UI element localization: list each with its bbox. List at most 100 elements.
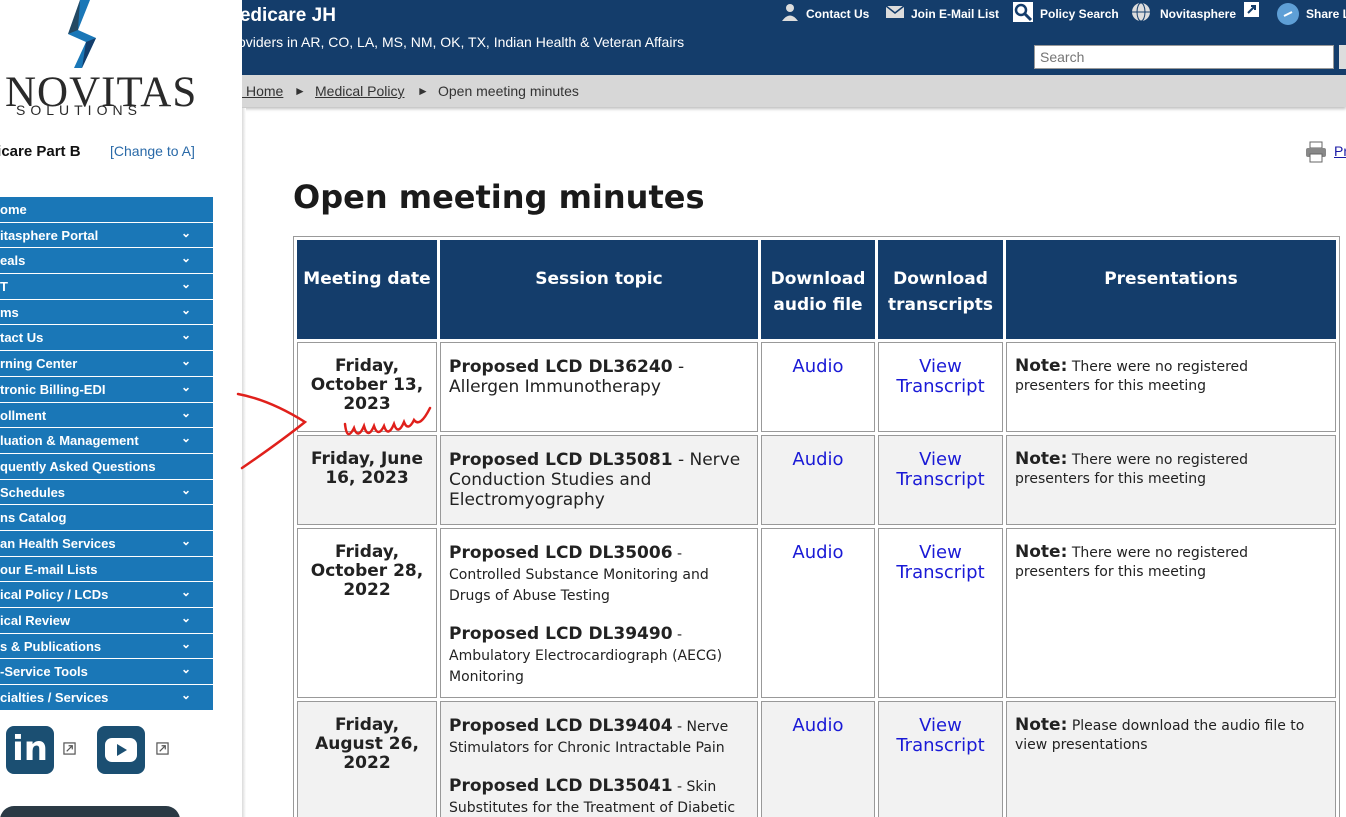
chevron-down-icon[interactable]: ⌄ [181, 608, 191, 631]
sidebar-item-label: tact Us [0, 330, 44, 346]
sidebar-item-label: T [0, 279, 8, 295]
policy-search-link[interactable]: Policy Search [1040, 7, 1119, 21]
sidebar-item-label: -Service Tools [0, 664, 88, 680]
audio-link[interactable]: Audio [761, 435, 875, 525]
col-presentations: Presentations [1006, 240, 1336, 339]
search-button[interactable] [1339, 45, 1346, 69]
social-links: in [6, 726, 206, 786]
contact-person-icon [782, 4, 798, 21]
sidebar-item[interactable]: ical Review ⌄ [0, 608, 213, 634]
breadcrumb-medical-policy-link[interactable]: Medical Policy [315, 83, 404, 99]
sidebar-item-label: an Health Services [0, 535, 116, 551]
sidebar-item[interactable]: T ⌄ [0, 274, 213, 300]
chevron-down-icon[interactable]: ⌄ [181, 300, 191, 323]
audio-link[interactable]: Audio [761, 342, 875, 432]
chevron-down-icon[interactable]: ⌄ [181, 403, 191, 426]
sidebar-item[interactable]: quently Asked Questions [0, 453, 213, 480]
share-icon [1277, 3, 1299, 25]
session-topic: Proposed LCD DL36240 - Allergen Immunoth… [440, 342, 758, 432]
sidebar-item[interactable]: ollment ⌄ [0, 402, 213, 429]
sidebar-item-label: tronic Billing-EDI [0, 381, 106, 397]
sidebar-item[interactable]: ome [0, 197, 213, 223]
youtube-icon[interactable] [97, 726, 145, 774]
sidebar-item-label: rning Center [0, 356, 78, 372]
sidebar-item[interactable]: ns Catalog [0, 505, 213, 531]
chevron-down-icon[interactable]: ⌄ [181, 351, 191, 374]
lcd-id: Proposed LCD DL39404 [449, 716, 673, 736]
contact-us-link[interactable]: Contact Us [806, 7, 869, 21]
share-link[interactable]: Share L [1306, 7, 1346, 21]
audio-link[interactable]: Audio [761, 528, 875, 698]
chevron-down-icon[interactable]: ⌄ [181, 531, 191, 554]
chevron-down-icon[interactable]: ⌄ [181, 274, 191, 297]
transcript-link[interactable]: View Transcript [878, 701, 1003, 817]
external-link-icon [1244, 2, 1259, 17]
chevron-down-icon[interactable]: ⌄ [181, 248, 191, 271]
lcd-id: Proposed LCD DL35081 [449, 450, 673, 470]
globe-icon [1132, 2, 1150, 22]
sidebar-item-label: Schedules [0, 484, 66, 500]
audio-link[interactable]: Audio [761, 701, 875, 817]
novitas-logo[interactable]: NOVITAS SOLUTIONS [0, 0, 200, 122]
sidebar-item[interactable]: Schedules ⌄ [0, 479, 213, 506]
printer-icon[interactable] [1305, 141, 1327, 163]
breadcrumb-separator-icon: ► [417, 84, 429, 98]
chevron-down-icon[interactable]: ⌄ [181, 223, 191, 246]
sidebar-item[interactable]: tact Us ⌄ [0, 325, 213, 352]
chevron-down-icon[interactable]: ⌄ [181, 634, 191, 657]
table-row: Friday, June 16, 2023 Proposed LCD DL3508… [297, 435, 1336, 525]
chevron-down-icon[interactable]: ⌄ [181, 659, 191, 682]
sidebar-item[interactable]: eals ⌄ [0, 248, 213, 275]
presentations-note: Note: There were no registered presenter… [1006, 435, 1336, 525]
session-topic: Proposed LCD DL35081 - Nerve Conduction … [440, 435, 758, 525]
app-badge[interactable] [0, 806, 180, 817]
sidebar-item-label: itasphere Portal [0, 227, 99, 243]
print-area: Pr [1305, 141, 1346, 168]
novitasphere-link[interactable]: Novitasphere [1160, 7, 1236, 21]
sidebar-item[interactable]: rning Center ⌄ [0, 351, 213, 377]
sidebar-item[interactable]: our E-mail Lists [0, 556, 213, 583]
breadcrumb-separator-icon: ► [294, 84, 306, 98]
sidebar-item[interactable]: -Service Tools ⌄ [0, 659, 213, 686]
linkedin-icon[interactable]: in [6, 726, 54, 774]
sidebar-nav: ome itasphere Portal ⌄ eals ⌄ T ⌄ ms ⌄ tact Us ⌄ rn… [0, 197, 213, 711]
search-input[interactable] [1034, 45, 1334, 69]
sidebar-item[interactable]: luation & Management ⌄ [0, 428, 213, 454]
contract-label: dicare Part B [0, 143, 81, 160]
sidebar-item-label: ical Review [0, 613, 71, 628]
sidebar-item[interactable]: ms ⌄ [0, 299, 213, 326]
join-email-link[interactable]: Join E-Mail List [911, 7, 999, 21]
col-meeting-date: Meeting date [297, 240, 437, 339]
external-link-icon [63, 742, 76, 755]
transcript-link[interactable]: View Transcript [878, 342, 1003, 432]
logo-ribbon-icon [68, 0, 96, 68]
meeting-date: Friday, October 13, 2023 [297, 342, 437, 432]
external-link-icon [156, 742, 169, 755]
sidebar-item[interactable]: tronic Billing-EDI ⌄ [0, 376, 213, 403]
breadcrumb: JH Home ► Medical Policy ► Open meeting … [210, 75, 1346, 107]
chevron-down-icon[interactable]: ⌄ [181, 480, 191, 503]
meeting-date: Friday, June 16, 2023 [297, 435, 437, 525]
sidebar-item[interactable]: an Health Services ⌄ [0, 530, 213, 557]
sidebar-item-label: quently Asked Questions [0, 458, 156, 474]
transcript-link[interactable]: View Transcript [878, 435, 1003, 525]
sidebar-item-label: our E-mail Lists [0, 561, 98, 577]
sidebar-item[interactable]: ical Policy / LCDs ⌄ [0, 582, 213, 608]
site-header: Medicare JH Providers in AR, CO, LA, MS,… [210, 0, 1346, 75]
chevron-down-icon[interactable]: ⌄ [181, 325, 191, 348]
chevron-down-icon[interactable]: ⌄ [181, 428, 191, 451]
table-row: Friday, October 13, 2023 Proposed LCD DL36… [297, 342, 1336, 432]
logo-subtitle: SOLUTIONS [16, 102, 142, 118]
transcript-link[interactable]: View Transcript [878, 528, 1003, 698]
sidebar-item[interactable]: s & Publications ⌄ [0, 633, 213, 660]
minutes-table: Meeting date Session topic Download audio… [293, 236, 1340, 817]
print-link[interactable]: Pr [1334, 143, 1346, 159]
sidebar-item[interactable]: cialties / Services ⌄ [0, 685, 213, 711]
presentations-note: Note: There were no registered presenter… [1006, 528, 1336, 698]
change-contract-link[interactable]: [Change to A] [110, 143, 195, 159]
sidebar-item-label: s & Publications [0, 638, 102, 654]
chevron-down-icon[interactable]: ⌄ [181, 582, 191, 605]
chevron-down-icon[interactable]: ⌄ [181, 685, 191, 708]
sidebar-item[interactable]: itasphere Portal ⌄ [0, 222, 213, 249]
chevron-down-icon[interactable]: ⌄ [181, 377, 191, 400]
